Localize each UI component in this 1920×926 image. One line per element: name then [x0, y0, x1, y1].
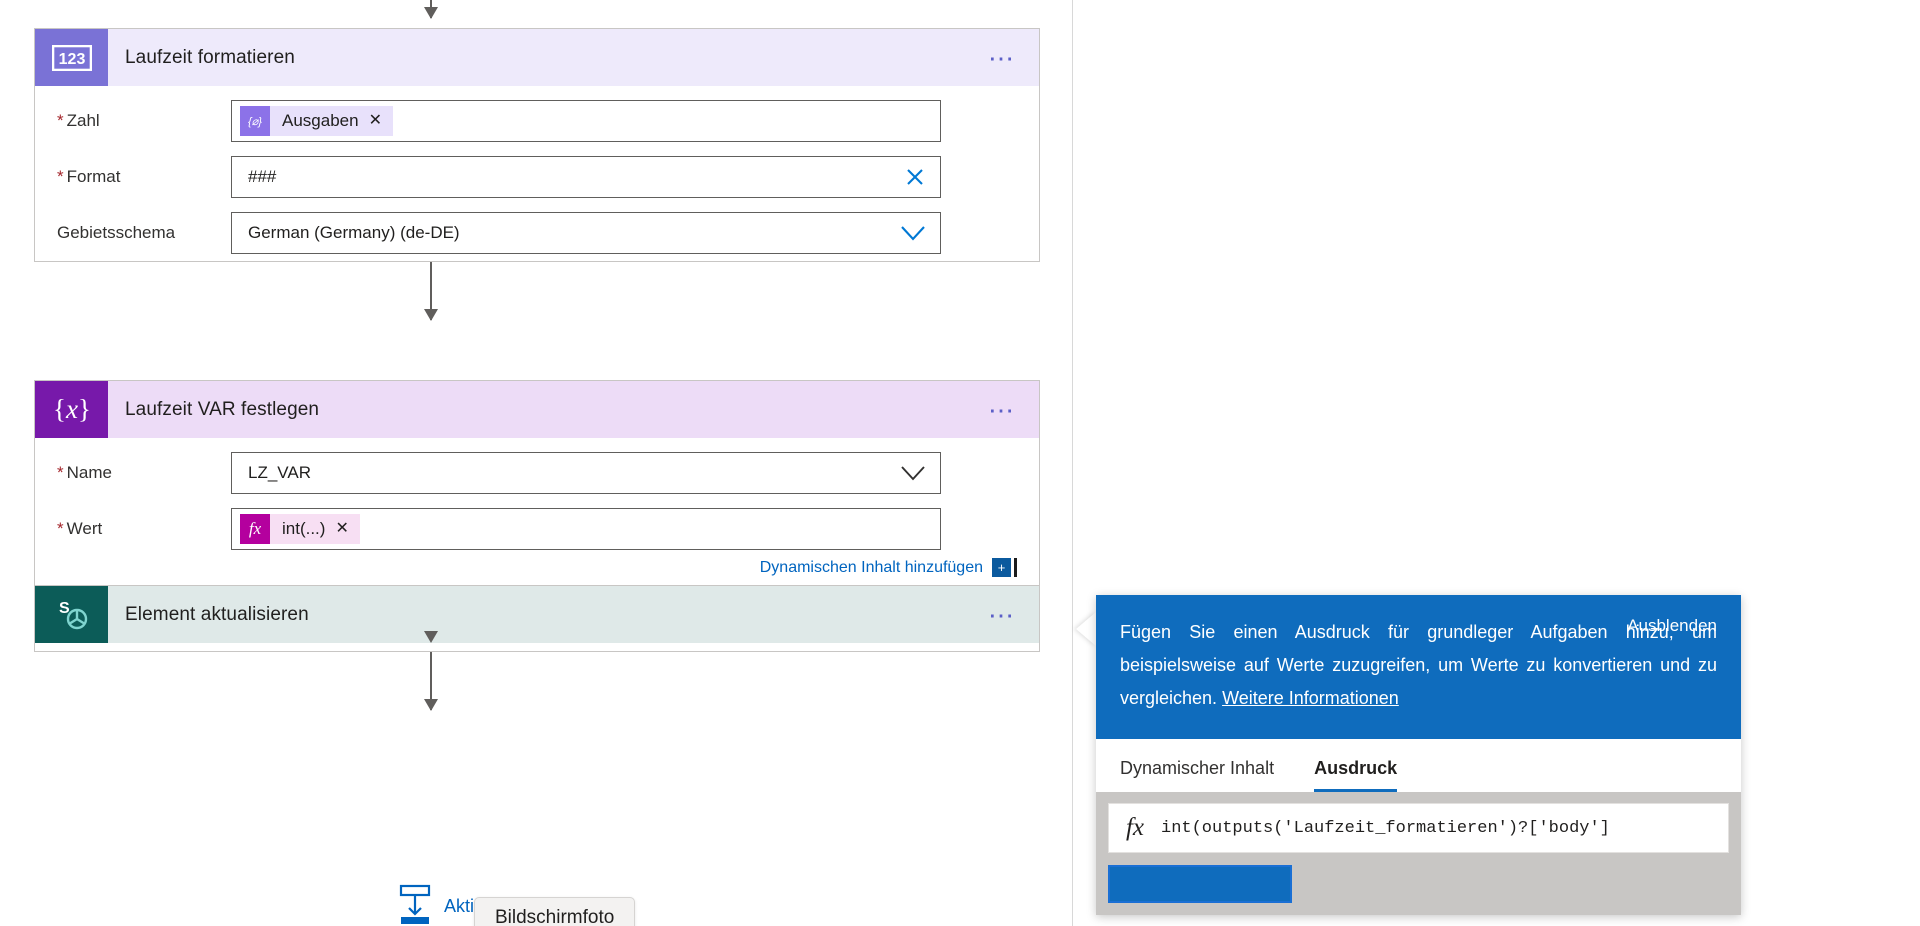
number-123-icon: 123: [35, 29, 108, 86]
card-header[interactable]: {x} Laufzeit VAR festlegen ⋯: [35, 381, 1039, 438]
field-row-wert: * Wert fx int(...) ✕: [35, 508, 1039, 550]
sharepoint-icon: S: [35, 586, 108, 643]
ok-button[interactable]: [1108, 865, 1292, 903]
required-asterisk: *: [57, 463, 64, 482]
expression-editor-area: fx int(outputs('Laufzeit_formatieren')?[…: [1096, 792, 1741, 915]
chevron-down-icon[interactable]: [900, 224, 926, 242]
dynamic-token-ausgaben[interactable]: {⌀} Ausgaben ✕: [240, 106, 393, 136]
text-cursor-caret: [1014, 558, 1017, 577]
field-row-format: * Format ###: [35, 156, 1039, 198]
field-label-name: * Name: [57, 463, 112, 482]
card-body: * Name LZ_VAR * Wert fx int(...) ✕ Dynam…: [35, 438, 1039, 599]
clear-x-icon[interactable]: [904, 166, 926, 188]
field-value-format: ###: [248, 167, 277, 186]
field-select-gebietsschema[interactable]: German (Germany) (de-DE): [231, 212, 941, 254]
field-label-wert: * Wert: [57, 519, 103, 538]
card-header[interactable]: S Element aktualisieren ⋯: [35, 586, 1039, 643]
token-remove-icon[interactable]: ✕: [335, 521, 348, 537]
expression-input[interactable]: fx int(outputs('Laufzeit_formatieren')?[…: [1108, 803, 1729, 853]
field-select-name[interactable]: LZ_VAR: [231, 452, 941, 494]
card-menu-icon[interactable]: ⋯: [988, 602, 1017, 628]
field-label-zahl: * Zahl: [57, 111, 100, 130]
flyout-tabs: Dynamischer Inhalt Ausdruck: [1096, 739, 1741, 792]
action-card-format-number[interactable]: 123 Laufzeit formatieren ⋯ * Zahl {⌀} Au…: [34, 28, 1040, 262]
connector-arrow-top: [424, 0, 438, 19]
field-label-format: * Format: [57, 167, 121, 186]
variable-braces-icon: {x}: [35, 381, 108, 438]
flow-designer-canvas: 123 Laufzeit formatieren ⋯ * Zahl {⌀} Au…: [0, 0, 1072, 926]
required-asterisk: *: [57, 519, 64, 538]
card-menu-icon[interactable]: ⋯: [988, 397, 1017, 423]
token-label: int(...): [282, 519, 326, 538]
field-label-gebietsschema: Gebietsschema: [57, 223, 176, 242]
hide-callout-link[interactable]: Ausblenden: [1627, 616, 1717, 636]
expression-token-int[interactable]: fx int(...) ✕: [240, 514, 360, 544]
add-dynamic-content-link[interactable]: Dynamischen Inhalt hinzufügen: [760, 559, 983, 577]
field-input-zahl[interactable]: {⌀} Ausgaben ✕: [231, 100, 941, 142]
svg-text:{x}: {x}: [53, 394, 91, 424]
connector-arrow-2: [424, 652, 438, 711]
flyout-beak: [1076, 612, 1096, 646]
card-title: Laufzeit VAR festlegen: [125, 398, 320, 420]
required-asterisk: *: [57, 111, 64, 130]
fx-badge-icon: fx: [240, 514, 270, 544]
add-dynamic-content-row: Dynamischen Inhalt hinzufügen +: [35, 558, 1039, 577]
token-label: Ausgaben: [282, 111, 359, 130]
expression-value: int(outputs('Laufzeit_formatieren')?['bo…: [1161, 818, 1610, 838]
svg-text:123: 123: [58, 51, 85, 68]
action-card-update-item[interactable]: S Element aktualisieren ⋯: [34, 585, 1040, 643]
field-row-name: * Name LZ_VAR: [35, 452, 1039, 494]
card-header[interactable]: 123 Laufzeit formatieren ⋯: [35, 29, 1039, 86]
tab-dynamic-content[interactable]: Dynamischer Inhalt: [1120, 758, 1274, 792]
tab-expression[interactable]: Ausdruck: [1314, 758, 1398, 792]
chevron-down-icon[interactable]: [900, 464, 926, 482]
fx-icon: fx: [1125, 814, 1145, 841]
token-chip: int(...) ✕: [270, 514, 360, 544]
field-input-wert[interactable]: fx int(...) ✕: [231, 508, 941, 550]
card-title: Laufzeit formatieren: [125, 46, 295, 68]
add-dynamic-content-plus-button[interactable]: +: [992, 558, 1011, 577]
card-title: Element aktualisieren: [125, 603, 309, 625]
field-value-name: LZ_VAR: [248, 463, 311, 482]
screenshot-tooltip: Bildschirmfoto: [474, 897, 636, 926]
field-input-format[interactable]: ###: [231, 156, 941, 198]
svg-text:{⌀}: {⌀}: [248, 116, 262, 128]
card-body: * Zahl {⌀} Ausgaben ✕ * Format ### Gebie…: [35, 86, 1039, 276]
required-asterisk: *: [57, 167, 64, 186]
card-menu-icon[interactable]: ⋯: [988, 45, 1017, 71]
connector-arrow-1: [424, 262, 438, 321]
expression-badge-icon: {⌀}: [240, 106, 270, 136]
insert-action-icon: [398, 884, 432, 926]
field-value-gebietsschema: German (Germany) (de-DE): [248, 223, 460, 242]
token-remove-icon[interactable]: ✕: [369, 113, 382, 129]
expression-callout: Ausblenden Fügen Sie einen Ausdruck für …: [1096, 595, 1741, 739]
expression-flyout-panel: Ausblenden Fügen Sie einen Ausdruck für …: [1096, 595, 1741, 915]
panel-divider: [1072, 0, 1073, 926]
field-row-zahl: * Zahl {⌀} Ausgaben ✕: [35, 100, 1039, 142]
token-chip: Ausgaben ✕: [270, 106, 393, 136]
field-row-gebietsschema: Gebietsschema German (Germany) (de-DE): [35, 212, 1039, 254]
learn-more-link[interactable]: Weitere Informationen: [1222, 688, 1399, 708]
